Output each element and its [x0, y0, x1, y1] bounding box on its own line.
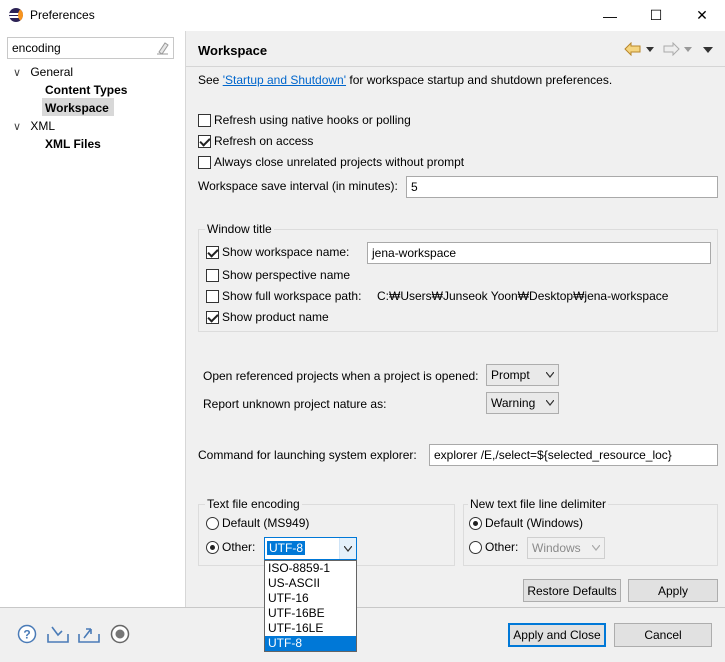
unknown-nature-select[interactable]: Warning [486, 392, 559, 414]
encoding-combo[interactable]: UTF-8 [264, 537, 357, 560]
encoding-option[interactable]: ISO-8859-1 [265, 561, 356, 576]
title-separator [186, 66, 725, 67]
tree-item-label: XML [30, 119, 56, 133]
title-bar: Preferences — ☐ ✕ [0, 0, 725, 31]
forward-arrow-icon[interactable] [662, 42, 680, 56]
encoding-other-radio[interactable] [206, 541, 219, 554]
chevron-down-icon [546, 400, 554, 406]
chevron-down-icon [344, 546, 352, 552]
refresh-native-label: Refresh using native hooks or polling [214, 113, 411, 127]
delimiter-select: Windows [527, 537, 605, 559]
delimiter-other-label: Other: [485, 540, 519, 554]
tree-item-content-types[interactable]: Content Types [45, 81, 127, 99]
tree-item-xml[interactable]: ∨ XML [11, 117, 55, 135]
record-icon[interactable] [110, 624, 130, 644]
encoding-option[interactable]: UTF-16 [265, 591, 356, 606]
intro-prefix: See [198, 73, 223, 87]
startup-shutdown-link[interactable]: 'Startup and Shutdown' [223, 73, 346, 87]
refresh-native-checkbox[interactable] [198, 114, 211, 127]
window-title: Preferences [30, 8, 95, 22]
export-icon[interactable] [77, 624, 101, 644]
chevron-down-icon [546, 372, 554, 378]
encoding-default-radio[interactable] [206, 517, 219, 530]
refresh-access-checkbox[interactable] [198, 135, 211, 148]
explorer-command-input[interactable]: explorer /E,/select=${selected_resource_… [429, 444, 718, 466]
eclipse-icon [9, 8, 23, 22]
chevron-down-icon [592, 545, 600, 551]
apply-button[interactable]: Apply [628, 579, 718, 602]
open-referenced-select[interactable]: Prompt [486, 364, 559, 386]
show-perspective-checkbox[interactable] [206, 269, 219, 282]
eraser-icon[interactable] [156, 41, 169, 55]
line-delimiter-legend: New text file line delimiter [468, 497, 609, 511]
show-workspace-name-label: Show workspace name: [222, 245, 350, 259]
maximize-button[interactable]: ☐ [633, 0, 679, 31]
save-interval-input[interactable]: 5 [406, 176, 718, 198]
show-workspace-name-checkbox[interactable] [206, 246, 219, 259]
encoding-other-label: Other: [222, 540, 256, 554]
back-arrow-icon[interactable] [624, 42, 642, 56]
encoding-option-selected[interactable]: UTF-8 [265, 636, 356, 651]
cancel-button[interactable]: Cancel [614, 623, 712, 647]
delimiter-other-radio[interactable] [469, 541, 482, 554]
restore-defaults-button[interactable]: Restore Defaults [523, 579, 621, 602]
forward-menu-icon[interactable] [684, 45, 692, 53]
close-unrelated-label: Always close unrelated projects without … [214, 155, 465, 169]
chevron-down-icon[interactable]: ∨ [11, 64, 23, 82]
encoding-default-label: Default (MS949) [222, 516, 310, 530]
unknown-nature-label: Report unknown project nature as: [203, 397, 387, 411]
explorer-command-label: Command for launching system explorer: [198, 448, 417, 462]
delimiter-default-radio[interactable] [469, 517, 482, 530]
show-path-checkbox[interactable] [206, 290, 219, 303]
refresh-access-label: Refresh on access [214, 134, 314, 148]
show-product-checkbox[interactable] [206, 311, 219, 324]
tree-item-workspace[interactable]: Workspace [45, 99, 109, 117]
delimiter-default-label: Default (Windows) [485, 516, 584, 530]
startup-intro: See 'Startup and Shutdown' for workspace… [198, 73, 612, 87]
workspace-name-input[interactable]: jena-workspace [367, 242, 711, 264]
tree-item-general[interactable]: ∨ General [11, 63, 73, 81]
encoding-option[interactable]: US-ASCII [265, 576, 356, 591]
window-title-legend: Window title [205, 222, 274, 236]
open-referenced-label: Open referenced projects when a project … [203, 369, 479, 383]
show-path-label: Show full workspace path: [222, 289, 362, 303]
tree-item-xml-files[interactable]: XML Files [45, 135, 101, 153]
encoding-option[interactable]: UTF-16BE [265, 606, 356, 621]
close-button[interactable]: ✕ [679, 0, 725, 31]
page-title: Workspace [198, 43, 268, 58]
filter-value: encoding [12, 41, 61, 55]
encoding-dropdown-list: ISO-8859-1 US-ASCII UTF-16 UTF-16BE UTF-… [264, 560, 357, 652]
open-referenced-value: Prompt [491, 368, 530, 382]
import-icon[interactable] [46, 624, 70, 644]
encoding-combo-value: UTF-8 [267, 541, 305, 555]
filter-input[interactable]: encoding [7, 37, 174, 59]
encoding-dropdown-button[interactable] [339, 538, 356, 559]
unknown-nature-value: Warning [491, 396, 536, 410]
show-product-label: Show product name [222, 310, 329, 324]
apply-and-close-button[interactable]: Apply and Close [508, 623, 606, 647]
save-interval-label: Workspace save interval (in minutes): [198, 179, 398, 193]
chevron-down-icon[interactable]: ∨ [11, 118, 23, 136]
tree-item-label: General [30, 65, 74, 79]
text-encoding-legend: Text file encoding [205, 497, 302, 511]
close-unrelated-checkbox[interactable] [198, 156, 211, 169]
svg-text:?: ? [23, 628, 30, 642]
delimiter-select-value: Windows [532, 541, 581, 555]
intro-suffix: for workspace startup and shutdown prefe… [346, 73, 613, 87]
help-icon[interactable]: ? [17, 624, 37, 644]
minimize-button[interactable]: — [587, 0, 633, 31]
view-menu-icon[interactable] [703, 46, 713, 54]
workspace-path-value: C:₩Users₩Junseok Yoon₩Desktop₩jena-works… [377, 289, 669, 303]
back-menu-icon[interactable] [646, 45, 654, 53]
encoding-option[interactable]: UTF-16LE [265, 621, 356, 636]
show-perspective-label: Show perspective name [222, 268, 351, 282]
